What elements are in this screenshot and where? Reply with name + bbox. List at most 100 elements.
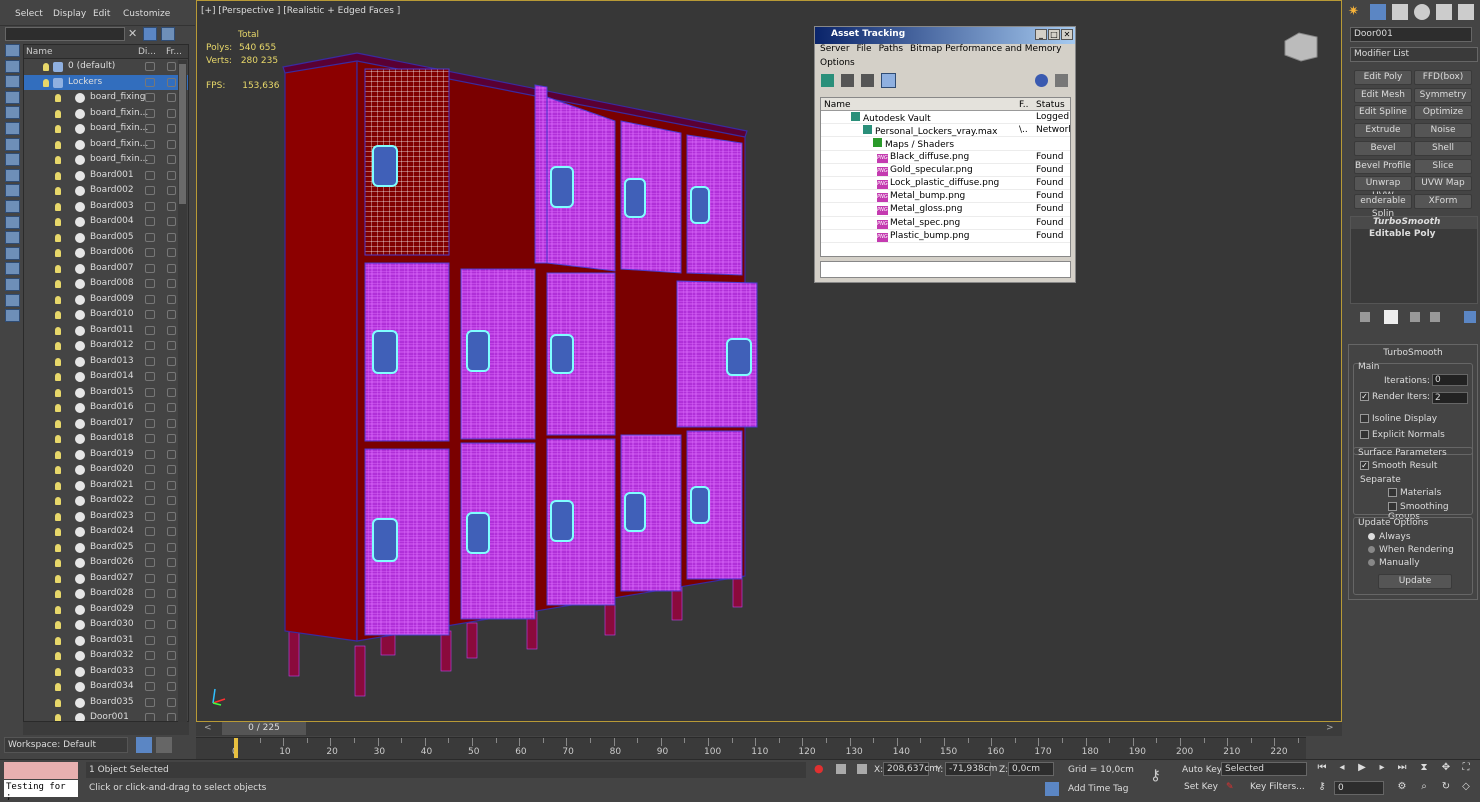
key-filters-button[interactable]: Key Filters... bbox=[1250, 782, 1305, 792]
modifier-button[interactable]: Shell bbox=[1414, 140, 1472, 156]
lights-icon[interactable] bbox=[5, 106, 20, 120]
freeze-toggle-icon[interactable] bbox=[167, 589, 176, 598]
hide-toggle-icon[interactable] bbox=[145, 434, 155, 443]
freeze-toggle-icon[interactable] bbox=[167, 325, 176, 335]
asset-row[interactable]: PNG Metal_spec.png Found bbox=[821, 217, 1070, 230]
current-frame-field[interactable]: 0 bbox=[1334, 781, 1384, 795]
modifier-button[interactable]: Unwrap UVW bbox=[1354, 176, 1412, 201]
hide-toggle-icon[interactable] bbox=[145, 666, 155, 676]
explorer-row[interactable]: Board014 bbox=[24, 369, 188, 385]
explorer-row[interactable]: Board006 bbox=[24, 245, 188, 261]
light-bulb-icon[interactable] bbox=[55, 264, 61, 273]
light-bulb-icon[interactable] bbox=[55, 605, 61, 614]
asset-row[interactable]: PNG Gold_specular.png Found bbox=[821, 164, 1070, 177]
asset-row[interactable]: Personal_Lockers_vray.max \.. Network I bbox=[821, 124, 1070, 138]
isolate-selection-icon[interactable]: ● bbox=[814, 762, 824, 775]
hide-toggle-icon[interactable] bbox=[145, 93, 155, 102]
update-button[interactable]: Update bbox=[1378, 574, 1452, 589]
explorer-row[interactable]: Board007 bbox=[24, 261, 188, 277]
zoom-icon[interactable]: ⌕ bbox=[1416, 779, 1432, 795]
hide-toggle-icon[interactable] bbox=[145, 589, 155, 598]
display-tab-icon[interactable] bbox=[1436, 4, 1452, 20]
explorer-row[interactable]: Board032 bbox=[24, 648, 188, 664]
explorer-row[interactable]: Board012 bbox=[24, 338, 188, 354]
modifier-button[interactable]: Edit Mesh bbox=[1354, 87, 1412, 103]
hide-toggle-icon[interactable] bbox=[145, 697, 155, 707]
freeze-toggle-icon[interactable] bbox=[167, 356, 176, 366]
freeze-toggle-icon[interactable] bbox=[167, 170, 176, 180]
freeze-toggle-icon[interactable] bbox=[167, 93, 176, 102]
freeze-toggle-icon[interactable] bbox=[167, 139, 176, 149]
utilities-tab-icon[interactable] bbox=[1458, 4, 1474, 20]
light-bulb-icon[interactable] bbox=[55, 125, 61, 133]
geometry-icon[interactable] bbox=[5, 75, 20, 89]
hide-toggle-icon[interactable] bbox=[145, 139, 155, 149]
freeze-toggle-icon[interactable] bbox=[167, 449, 176, 459]
light-bulb-icon[interactable] bbox=[55, 714, 61, 721]
scroll-thumb[interactable] bbox=[179, 64, 186, 204]
hide-toggle-icon[interactable] bbox=[145, 232, 155, 242]
always-radio[interactable] bbox=[1368, 533, 1375, 540]
menu-customize[interactable]: Customize bbox=[123, 9, 170, 19]
modifier-button[interactable]: UVW Map bbox=[1414, 176, 1472, 192]
menu-edit[interactable]: Edit bbox=[93, 9, 110, 19]
light-bulb-icon[interactable] bbox=[55, 156, 61, 164]
asset-menu-item[interactable]: File bbox=[857, 44, 872, 54]
hide-toggle-icon[interactable] bbox=[145, 682, 155, 691]
track-bar[interactable]: 0102030405060708090100110120130140150160… bbox=[196, 737, 1306, 759]
set-key-button[interactable]: Set Key bbox=[1184, 782, 1218, 792]
explorer-row[interactable]: Board013 bbox=[24, 354, 188, 370]
layers-icon[interactable] bbox=[161, 27, 175, 41]
light-bulb-icon[interactable] bbox=[55, 574, 61, 583]
clear-search-icon[interactable]: ✕ bbox=[128, 27, 137, 40]
light-bulb-icon[interactable] bbox=[43, 63, 49, 71]
filter-icon[interactable] bbox=[143, 27, 157, 41]
light-bulb-icon[interactable] bbox=[55, 512, 61, 521]
show-end-result-icon[interactable] bbox=[1384, 310, 1398, 324]
table-view-icon[interactable] bbox=[861, 74, 874, 87]
freeze-toggle-icon[interactable] bbox=[167, 62, 176, 71]
prev-key-icon[interactable]: ◂ bbox=[1334, 760, 1350, 776]
explorer-row[interactable]: Board020 bbox=[24, 462, 188, 478]
light-bulb-icon[interactable] bbox=[55, 652, 61, 660]
create-tab-icon[interactable]: ✷ bbox=[1348, 4, 1364, 20]
freeze-toggle-icon[interactable] bbox=[167, 604, 176, 614]
freeze-toggle-icon[interactable] bbox=[167, 542, 176, 552]
freeze-toggle-icon[interactable] bbox=[167, 248, 176, 257]
when-rendering-radio[interactable] bbox=[1368, 546, 1375, 553]
asset-menu-item[interactable]: Paths bbox=[879, 44, 903, 54]
freeze-toggle-icon[interactable] bbox=[167, 263, 176, 273]
freeze-toggle-icon[interactable] bbox=[167, 620, 176, 629]
hide-toggle-icon[interactable] bbox=[145, 511, 155, 521]
hide-toggle-icon[interactable] bbox=[145, 186, 155, 195]
layer-manager-icon[interactable] bbox=[5, 293, 20, 307]
scene-explorer-icon[interactable] bbox=[156, 737, 172, 753]
freeze-toggle-icon[interactable] bbox=[167, 697, 176, 707]
hide-toggle-icon[interactable] bbox=[145, 155, 155, 164]
sync-icon[interactable] bbox=[5, 309, 20, 323]
freeze-toggle-icon[interactable] bbox=[167, 217, 176, 226]
freeze-toggle-icon[interactable] bbox=[167, 372, 176, 381]
next-key-icon[interactable]: ▸ bbox=[1374, 760, 1390, 776]
modifier-button[interactable]: Slice bbox=[1414, 158, 1472, 174]
freeze-toggle-icon[interactable] bbox=[167, 108, 176, 118]
explorer-row[interactable]: Board034 bbox=[24, 679, 188, 695]
explorer-row[interactable]: Board008 bbox=[24, 276, 188, 292]
light-bulb-icon[interactable] bbox=[55, 94, 61, 102]
hide-toggle-icon[interactable] bbox=[145, 713, 155, 721]
freeze-toggle-icon[interactable] bbox=[167, 651, 176, 660]
asset-menu-item[interactable]: Server bbox=[820, 44, 850, 54]
light-bulb-icon[interactable] bbox=[55, 590, 61, 598]
explorer-row[interactable]: Board001 bbox=[24, 168, 188, 184]
frame-indicator[interactable]: 0 / 225 bbox=[222, 722, 306, 735]
maximize-button[interactable]: □ bbox=[1048, 29, 1060, 40]
explorer-row[interactable]: Board010 bbox=[24, 307, 188, 323]
materials-checkbox[interactable] bbox=[1388, 488, 1397, 497]
hide-toggle-icon[interactable] bbox=[145, 356, 155, 366]
explorer-row[interactable]: board_fixin... bbox=[24, 137, 188, 153]
explorer-row[interactable]: Board035 bbox=[24, 695, 188, 711]
hide-toggle-icon[interactable] bbox=[145, 279, 155, 288]
goto-end-icon[interactable]: ⏭ bbox=[1394, 760, 1410, 776]
add-time-tag[interactable]: Add Time Tag bbox=[1068, 784, 1128, 794]
freeze-toggle-icon[interactable] bbox=[167, 418, 176, 428]
